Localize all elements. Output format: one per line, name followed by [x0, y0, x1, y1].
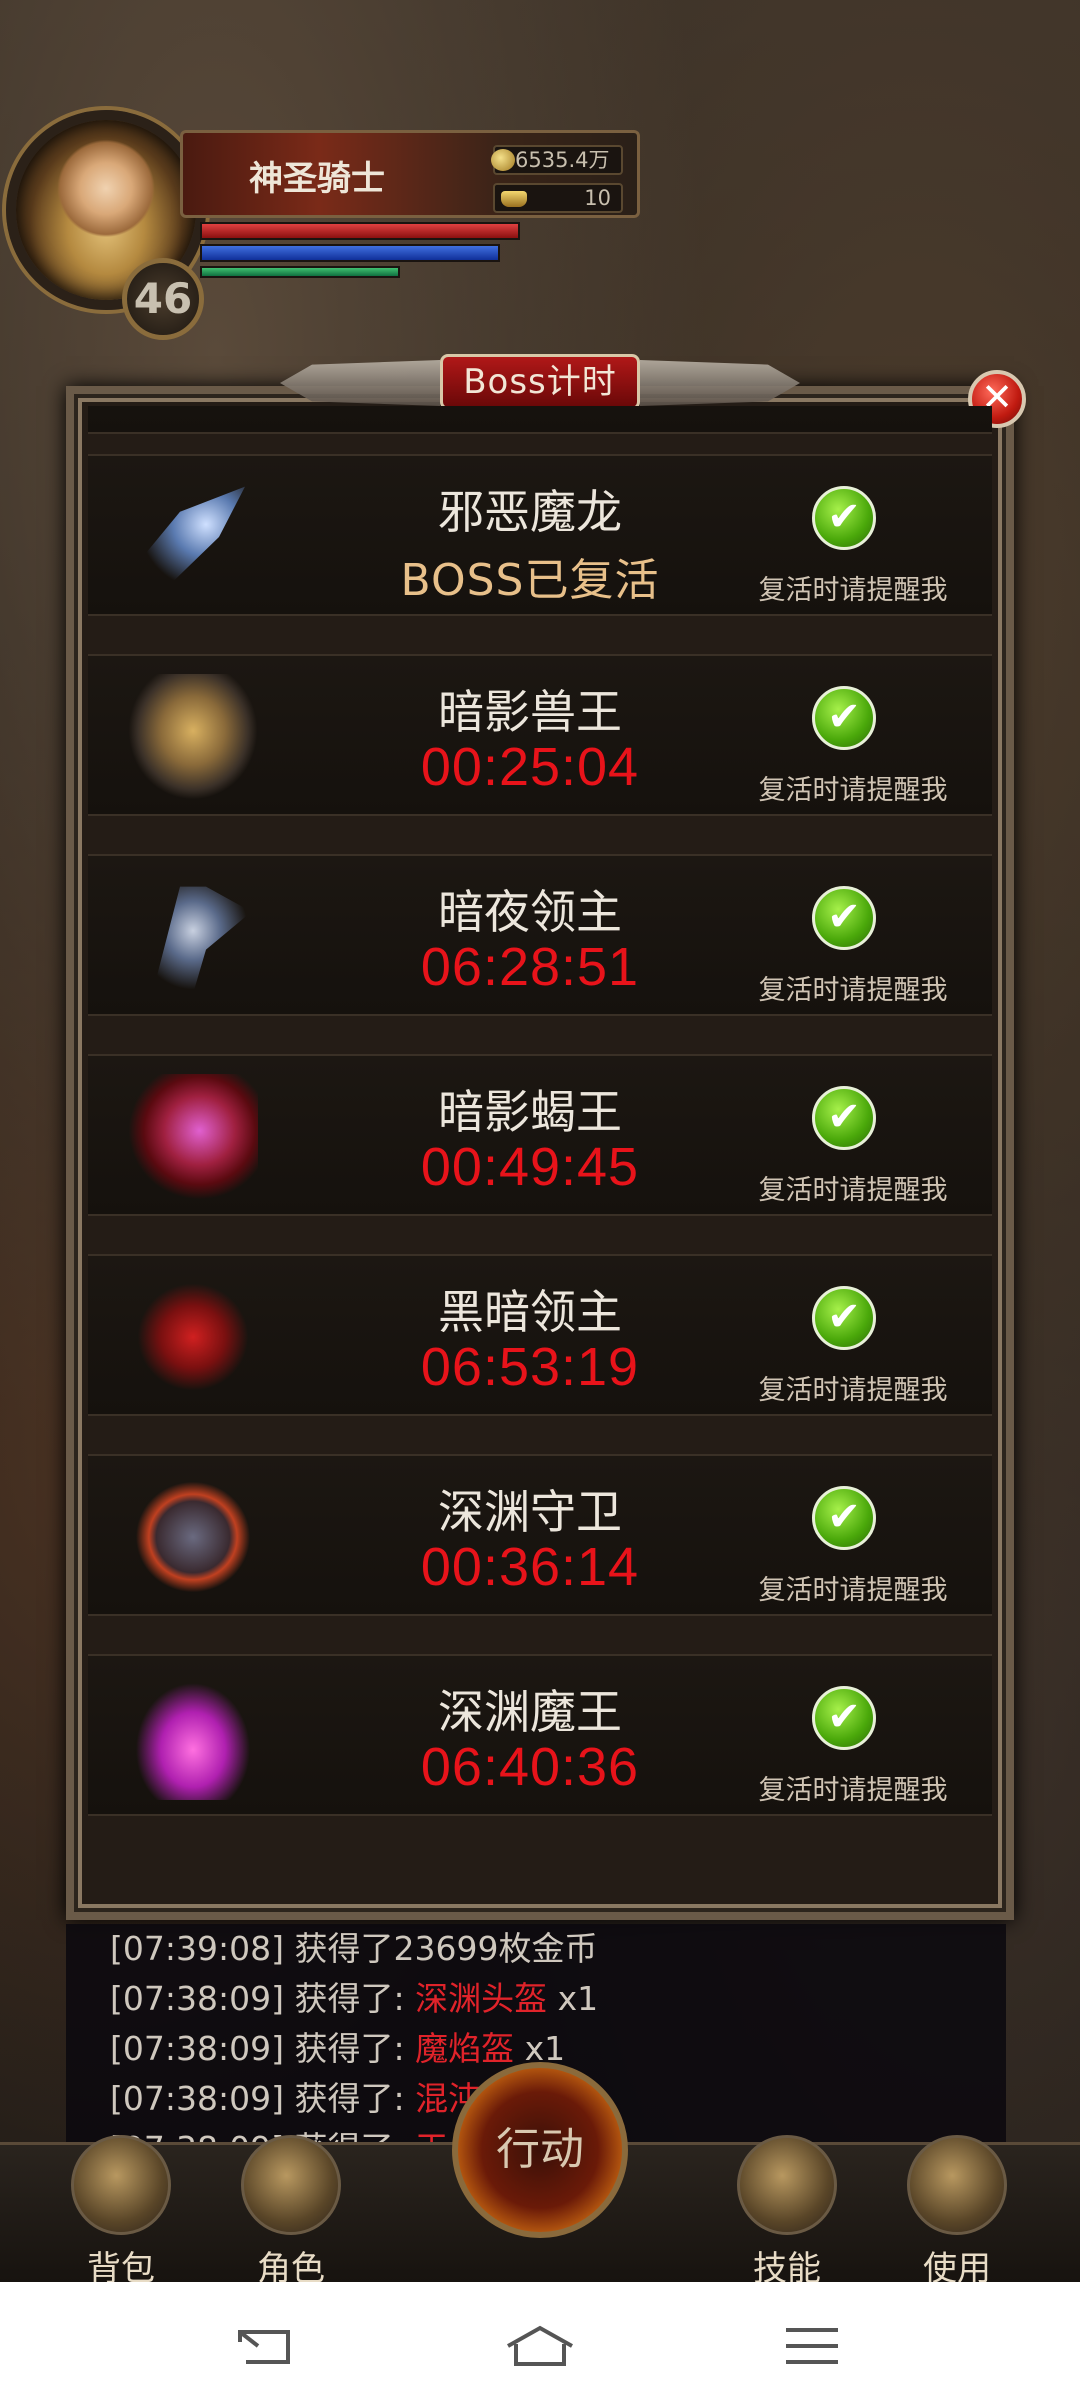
bag-button[interactable]: 背包	[56, 2135, 186, 2289]
check-icon: ✔	[827, 694, 861, 740]
remind-checkbox[interactable]: ✔	[812, 1486, 876, 1550]
check-icon: ✔	[827, 494, 861, 540]
player-name-plate: 神圣骑士 6535.4万 10	[180, 130, 640, 218]
home-icon[interactable]	[500, 2322, 580, 2370]
boss-timer: 00:36:14	[420, 1537, 640, 1597]
item-link[interactable]: 魔焰盔	[415, 2029, 514, 2068]
boss-name: 深渊守卫	[438, 1485, 622, 1539]
boss-status: BOSS已复活	[400, 555, 660, 606]
bag-icon	[71, 2135, 171, 2235]
ingot-display: 10	[493, 183, 623, 213]
check-icon: ✔	[827, 1494, 861, 1540]
boss-list[interactable]: 邪恶魔龙 BOSS已复活 ✔ 复活时请提醒我 暗影兽王 00:25:04 ✔ 复…	[88, 406, 992, 1868]
boss-timer: 06:53:19	[420, 1337, 640, 1397]
boss-timer: 06:28:51	[420, 937, 640, 997]
boss-row-partial	[88, 406, 992, 434]
xp-bar	[200, 266, 400, 278]
character-button[interactable]: 角色	[226, 2135, 356, 2289]
level-badge: 46	[122, 258, 204, 340]
remind-checkbox[interactable]: ✔	[812, 486, 876, 550]
boss-row: 暗夜领主 06:28:51 ✔ 复活时请提醒我	[88, 854, 992, 1016]
boss-portrait-night-lord	[154, 886, 252, 994]
boss-portrait-beast	[128, 674, 258, 800]
boss-portrait-abyss-demon	[128, 1674, 258, 1800]
boss-name: 邪恶魔龙	[438, 485, 622, 539]
boss-name: 深渊魔王	[438, 1685, 622, 1739]
boss-row: 暗影蝎王 00:49:45 ✔ 复活时请提醒我	[88, 1054, 992, 1216]
boss-name: 暗影蝎王	[438, 1085, 622, 1139]
chat-line: [07:39:08] 获得了23699枚金币	[110, 1929, 598, 1968]
remind-checkbox[interactable]: ✔	[812, 1086, 876, 1150]
remind-checkbox[interactable]: ✔	[812, 1686, 876, 1750]
chat-line: [07:38:09] 获得了: 深渊头盔 x1	[110, 1979, 599, 2018]
remind-checkbox[interactable]: ✔	[812, 886, 876, 950]
boss-portrait-scorpion	[128, 1074, 258, 1200]
scroll-icon	[737, 2135, 837, 2235]
ornament-left-icon	[280, 360, 440, 406]
use-button[interactable]: 使用	[892, 2135, 1022, 2289]
check-icon: ✔	[827, 1294, 861, 1340]
remind-label: 复活时请提醒我	[758, 775, 948, 806]
boss-portrait-abyss-guard	[128, 1474, 258, 1600]
check-icon: ✔	[827, 1094, 861, 1140]
boss-name: 黑暗领主	[438, 1285, 622, 1339]
item-link[interactable]: 深渊头盔	[415, 1979, 547, 2018]
boss-name: 暗影兽王	[438, 685, 622, 739]
remind-label: 复活时请提醒我	[758, 1375, 948, 1406]
player-name: 神圣骑士	[249, 159, 385, 199]
boss-name: 暗夜领主	[438, 885, 622, 939]
back-icon[interactable]	[230, 2322, 310, 2370]
remind-checkbox[interactable]: ✔	[812, 686, 876, 750]
armor-icon	[241, 2135, 341, 2235]
remind-label: 复活时请提醒我	[758, 1175, 948, 1206]
boss-row: 邪恶魔龙 BOSS已复活 ✔ 复活时请提醒我	[88, 454, 992, 616]
check-icon: ✔	[827, 1694, 861, 1740]
remind-label: 复活时请提醒我	[758, 575, 948, 606]
remind-label: 复活时请提醒我	[758, 1575, 948, 1606]
remind-label: 复活时请提醒我	[758, 1775, 948, 1806]
system-nav-bar	[0, 2282, 1080, 2408]
hp-bar	[200, 222, 520, 240]
ornament-right-icon	[640, 360, 800, 406]
boss-timer: 00:49:45	[420, 1137, 640, 1197]
gold-amount: 6535.4万	[515, 148, 610, 172]
boss-row: 暗影兽王 00:25:04 ✔ 复活时请提醒我	[88, 654, 992, 816]
gold-coin-icon	[491, 149, 515, 171]
boss-row: 深渊守卫 00:36:14 ✔ 复活时请提醒我	[88, 1454, 992, 1616]
boss-row: 黑暗领主 06:53:19 ✔ 复活时请提醒我	[88, 1254, 992, 1416]
skills-button[interactable]: 技能	[722, 2135, 852, 2289]
boss-timer: 00:25:04	[420, 737, 640, 797]
action-button[interactable]: 行动	[452, 2062, 628, 2238]
remind-label: 复活时请提醒我	[758, 975, 948, 1006]
ingot-icon	[501, 191, 527, 207]
menu-icon[interactable]	[772, 2322, 852, 2370]
mp-bar	[200, 244, 500, 262]
boss-row: 深渊魔王 06:40:36 ✔ 复活时请提醒我	[88, 1654, 992, 1816]
use-icon	[907, 2135, 1007, 2235]
ingot-amount: 10	[584, 186, 611, 210]
check-icon: ✔	[827, 894, 861, 940]
boss-portrait-dark-lord	[128, 1274, 258, 1400]
modal-title: Boss计时	[440, 354, 640, 410]
boss-timer: 06:40:36	[420, 1737, 640, 1797]
gold-display: 6535.4万	[491, 145, 623, 175]
remind-checkbox[interactable]: ✔	[812, 1286, 876, 1350]
player-hud: 46 神圣骑士 6535.4万 10	[0, 110, 700, 360]
boss-portrait-dragon	[128, 486, 245, 588]
